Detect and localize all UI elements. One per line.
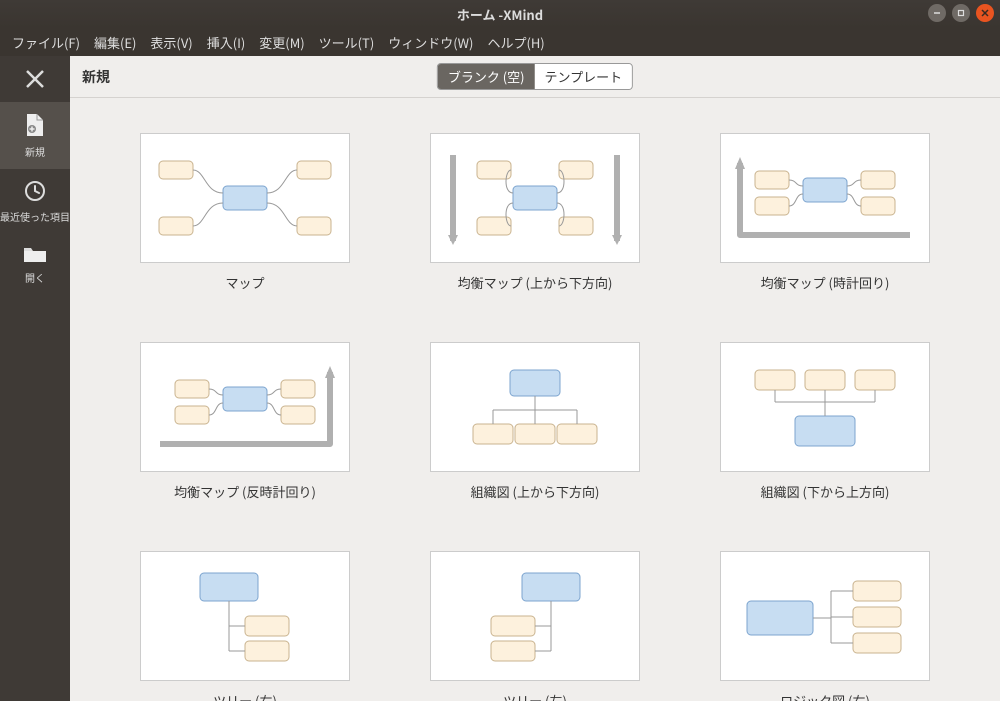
new-file-icon: [23, 112, 47, 138]
template-map[interactable]: マップ: [140, 133, 350, 292]
thumbnail-logic-right: [720, 551, 930, 681]
clock-icon: [23, 179, 47, 203]
template-logic-right[interactable]: ロジック図 (右): [720, 551, 930, 701]
thumbnail-balanced-cw: [720, 133, 930, 263]
menu-insert[interactable]: 挿入(I): [201, 31, 252, 54]
window-controls: [928, 4, 994, 22]
title-bar: ホーム -XMind: [0, 0, 1000, 28]
menu-view[interactable]: 表示(V): [144, 31, 198, 54]
thumbnail-map: [140, 133, 350, 263]
tab-blank[interactable]: ブランク (空): [438, 64, 535, 89]
template-org-down[interactable]: 組織図 (上から下方向): [430, 342, 640, 501]
template-label: 組織図 (上から下方向): [471, 482, 600, 501]
sidebar-item-label: 開く: [25, 270, 45, 285]
template-balanced-ccw[interactable]: 均衡マップ (反時計回り): [140, 342, 350, 501]
template-label: マップ: [225, 273, 264, 292]
thumbnail-balanced-down: [430, 133, 640, 263]
window-title: ホーム -XMind: [457, 5, 543, 24]
sidebar-item-new[interactable]: 新規: [0, 102, 70, 169]
page-title: 新規: [82, 67, 110, 87]
content-topbar: 新規 ブランク (空) テンプレート: [70, 56, 1000, 98]
thumbnail-org-up: [720, 342, 930, 472]
sidebar-item-label: 最近使った項目: [0, 209, 70, 224]
menu-file[interactable]: ファイル(F): [6, 31, 86, 54]
thumbnail-balanced-ccw: [140, 342, 350, 472]
template-label: ロジック図 (右): [780, 691, 870, 701]
template-label: 組織図 (下から上方向): [761, 482, 890, 501]
folder-icon: [22, 244, 48, 264]
close-panel-button[interactable]: [24, 68, 46, 90]
template-label: ツリー (左): [503, 691, 567, 701]
thumbnail-tree-right: [140, 551, 350, 681]
template-label: 均衡マップ (上から下方向): [458, 273, 613, 292]
content-area: 新規 ブランク (空) テンプレート: [70, 56, 1000, 701]
menu-edit[interactable]: 編集(E): [88, 31, 142, 54]
menu-bar: ファイル(F) 編集(E) 表示(V) 挿入(I) 変更(M) ツール(T) ウ…: [0, 28, 1000, 56]
menu-change[interactable]: 変更(M): [253, 31, 310, 54]
menu-tools[interactable]: ツール(T): [313, 31, 381, 54]
tab-template[interactable]: テンプレート: [535, 64, 633, 89]
template-tree-left[interactable]: ツリー (左): [430, 551, 640, 701]
tab-switcher: ブランク (空) テンプレート: [437, 63, 633, 90]
template-balanced-cw[interactable]: 均衡マップ (時計回り): [720, 133, 930, 292]
template-org-up[interactable]: 組織図 (下から上方向): [720, 342, 930, 501]
template-label: 均衡マップ (時計回り): [761, 273, 890, 292]
maximize-button[interactable]: [952, 4, 970, 22]
menu-window[interactable]: ウィンドウ(W): [382, 31, 479, 54]
template-balanced-down[interactable]: 均衡マップ (上から下方向): [430, 133, 640, 292]
thumbnail-org-down: [430, 342, 640, 472]
template-tree-right[interactable]: ツリー (右): [140, 551, 350, 701]
template-label: ツリー (右): [213, 691, 277, 701]
sidebar-item-open[interactable]: 開く: [0, 234, 70, 295]
thumbnail-tree-left: [430, 551, 640, 681]
sidebar: 新規 最近使った項目 開く: [0, 56, 70, 701]
template-label: 均衡マップ (反時計回り): [174, 482, 316, 501]
sidebar-item-recent[interactable]: 最近使った項目: [0, 169, 70, 234]
close-window-button[interactable]: [976, 4, 994, 22]
menu-help[interactable]: ヘルプ(H): [481, 31, 550, 54]
minimize-button[interactable]: [928, 4, 946, 22]
template-gallery[interactable]: マップ: [70, 98, 1000, 701]
sidebar-item-label: 新規: [25, 144, 45, 159]
